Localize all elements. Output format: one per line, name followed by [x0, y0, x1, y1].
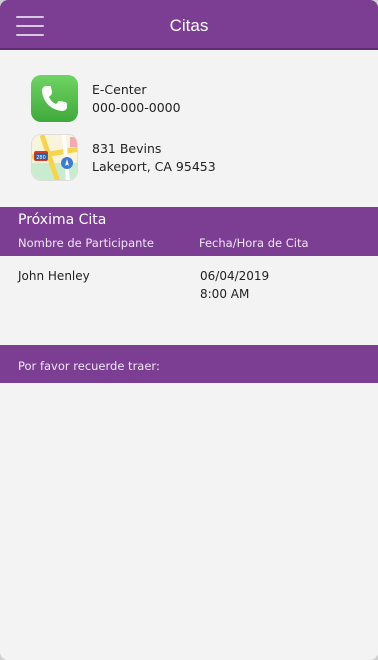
address-info: 831 Bevins Lakeport, CA 95453 — [92, 140, 352, 176]
appointment-time: 8:00 AM — [200, 287, 250, 301]
page-title: Citas — [169, 16, 209, 35]
next-appointment-title: Próxima Cita — [18, 212, 107, 228]
contact-phone[interactable]: 000-000-0000 — [92, 99, 352, 117]
reminder-label: Por favor recuerde traer: — [18, 359, 160, 373]
participant-name: John Henley — [18, 269, 90, 283]
contact-name: E-Center — [92, 82, 147, 97]
next-appointment-header: Próxima Cita Nombre de Participante Fech… — [0, 207, 378, 256]
maps-icon[interactable]: 280 — [31, 134, 78, 181]
app-screen: Citas E-Center 000-000-0000 280 831 Bevi… — [0, 0, 378, 660]
address-line-2: Lakeport, CA 95453 — [92, 159, 216, 174]
phone-contact-row[interactable]: E-Center 000-000-0000 — [31, 75, 361, 123]
participant-column-header: Nombre de Participante — [18, 236, 155, 250]
phone-icon[interactable] — [31, 75, 78, 122]
appointment-date: 06/04/2019 — [200, 269, 270, 283]
address-row[interactable]: 280 831 Bevins Lakeport, CA 95453 — [31, 134, 361, 182]
reminder-header: Por favor recuerde traer: — [0, 345, 378, 383]
datetime-column-header: Fecha/Hora de Cita — [199, 236, 309, 250]
address-line-1: 831 Bevins — [92, 141, 162, 156]
top-bar: Citas — [0, 0, 378, 50]
svg-text:280: 280 — [36, 155, 46, 161]
contact-info: E-Center 000-000-0000 — [92, 81, 352, 117]
